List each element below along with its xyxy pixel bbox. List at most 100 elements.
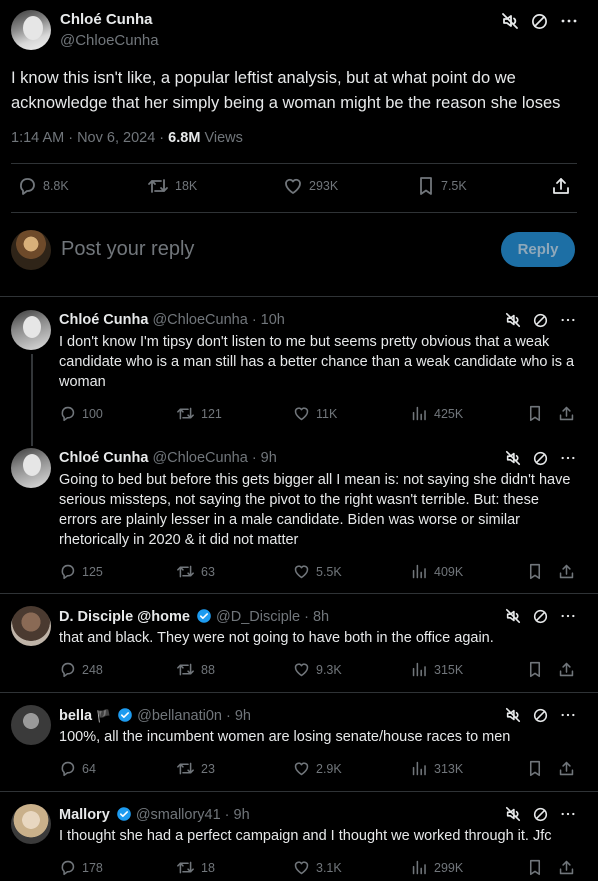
share-action[interactable]	[558, 760, 575, 777]
views-action[interactable]: 313K	[411, 760, 463, 777]
reply-action[interactable]: 125	[59, 563, 103, 580]
views-count: 6.8M	[168, 130, 201, 146]
like-action[interactable]: 3.1K	[293, 859, 342, 876]
reply-item[interactable]: bella 🏴 @bellanati0n · 9h 100%, all the …	[0, 693, 598, 791]
avatar[interactable]	[11, 310, 51, 350]
share-action[interactable]	[558, 661, 575, 678]
reply-action[interactable]: 64	[59, 760, 96, 777]
tweet-time[interactable]: 1:14 AM · Nov 6, 2024 ·	[11, 130, 168, 146]
repost-action[interactable]: 88	[176, 661, 215, 678]
author-name[interactable]: Chloé Cunha	[59, 312, 148, 328]
block-icon[interactable]	[533, 313, 548, 328]
more-icon[interactable]	[560, 312, 576, 328]
bookmark-count: 7.5K	[441, 179, 467, 193]
repost-action[interactable]: 63	[176, 563, 215, 580]
more-icon[interactable]	[560, 806, 576, 822]
reply-header: Chloé Cunha @ChloeCunha · 9h	[59, 450, 277, 466]
more-icon[interactable]	[560, 608, 576, 624]
repost-icon	[177, 407, 194, 420]
avatar[interactable]	[11, 448, 51, 488]
repost-action[interactable]: 23	[176, 760, 215, 777]
author-handle[interactable]: @bellanati0n · 9h	[137, 708, 251, 724]
views-action[interactable]: 315K	[411, 661, 463, 678]
views-count: 315K	[434, 662, 464, 677]
like-count: 2.9K	[316, 761, 342, 776]
reply-action[interactable]: 248	[59, 661, 103, 678]
bookmark-action[interactable]	[527, 760, 543, 777]
avatar[interactable]	[11, 804, 51, 844]
repost-action[interactable]: 18	[176, 859, 215, 876]
avatar[interactable]	[11, 10, 51, 50]
like-count: 5.5K	[316, 564, 342, 579]
views-icon	[412, 406, 426, 421]
reply-header: bella 🏴 @bellanati0n · 9h	[59, 707, 251, 724]
bookmark-action[interactable]: 7.5K	[417, 176, 467, 196]
reply-action[interactable]: 100	[59, 405, 103, 422]
repost-action[interactable]: 121	[176, 405, 222, 422]
reply-top-actions	[505, 608, 576, 624]
mute-icon[interactable]	[505, 312, 521, 328]
reply-input[interactable]: Post your reply	[61, 238, 194, 261]
views-action[interactable]: 425K	[411, 405, 463, 422]
reply-icon	[61, 662, 75, 678]
reply-action[interactable]: 178	[59, 859, 103, 876]
block-icon[interactable]	[533, 807, 548, 822]
author-handle[interactable]: @ChloeCunha · 10h	[152, 312, 284, 328]
verified-badge-icon	[116, 807, 131, 821]
author-handle[interactable]: @ChloeCunha · 9h	[152, 450, 276, 466]
block-icon[interactable]	[533, 609, 548, 624]
author-handle[interactable]: @ChloeCunha	[60, 32, 159, 49]
views-action[interactable]: 299K	[411, 859, 463, 876]
reply-item[interactable]: Mallory @smallory41 · 9h I thought she h…	[0, 792, 598, 881]
views-icon	[412, 564, 426, 579]
share-action[interactable]	[558, 405, 575, 422]
mute-icon[interactable]	[505, 608, 521, 624]
share-action[interactable]	[558, 563, 575, 580]
share-action[interactable]	[558, 859, 575, 876]
reply-item[interactable]: Chloé Cunha @ChloeCunha · 9h Going to be…	[0, 436, 598, 594]
repost-action[interactable]: 18K	[147, 176, 197, 196]
reply-icon	[61, 406, 75, 422]
like-action[interactable]: 293K	[283, 176, 338, 196]
tweet-actions: 8.8K 18K 293K 7.5K	[11, 176, 577, 200]
bookmark-action[interactable]	[527, 859, 543, 876]
author-name[interactable]: Chloé Cunha	[59, 450, 148, 466]
block-icon[interactable]	[533, 708, 548, 723]
block-icon[interactable]	[531, 13, 548, 30]
mute-icon[interactable]	[505, 450, 521, 466]
mute-icon[interactable]	[501, 12, 519, 30]
share-action[interactable]	[551, 176, 571, 196]
user-avatar	[11, 230, 51, 270]
like-action[interactable]: 2.9K	[293, 760, 342, 777]
repost-count: 18	[201, 860, 215, 875]
avatar[interactable]	[11, 705, 51, 745]
bookmark-action[interactable]	[527, 405, 543, 422]
like-action[interactable]: 11K	[293, 405, 337, 422]
author-handle[interactable]: @D_Disciple · 8h	[216, 609, 329, 625]
author-name[interactable]: Chloé Cunha	[60, 11, 153, 28]
more-icon[interactable]	[560, 707, 576, 723]
bookmark-action[interactable]	[527, 661, 543, 678]
mute-icon[interactable]	[505, 707, 521, 723]
author-name[interactable]: bella	[59, 708, 92, 724]
author-name[interactable]: D. Disciple @home	[59, 609, 190, 625]
avatar[interactable]	[11, 606, 51, 646]
views-count: 409K	[434, 564, 464, 579]
reply-icon	[61, 761, 75, 777]
block-icon[interactable]	[533, 451, 548, 466]
author-handle[interactable]: @smallory41 · 9h	[136, 807, 250, 823]
author-name[interactable]: Mallory	[59, 807, 110, 823]
like-action[interactable]: 9.3K	[293, 661, 342, 678]
like-action[interactable]: 5.5K	[293, 563, 342, 580]
reply-item[interactable]: Chloé Cunha @ChloeCunha · 10h I don't kn…	[0, 298, 598, 446]
reply-action[interactable]: 8.8K	[17, 176, 69, 196]
reply-item[interactable]: D. Disciple @home @D_Disciple · 8h that …	[0, 594, 598, 692]
views-action[interactable]: 409K	[411, 563, 463, 580]
bookmark-action[interactable]	[527, 563, 543, 580]
repost-count: 88	[201, 662, 215, 677]
more-icon[interactable]	[560, 12, 578, 30]
mute-icon[interactable]	[505, 806, 521, 822]
reply-actions: 248 88 9.3K 315K	[59, 661, 579, 681]
reply-button[interactable]: Reply	[501, 232, 575, 267]
more-icon[interactable]	[560, 450, 576, 466]
